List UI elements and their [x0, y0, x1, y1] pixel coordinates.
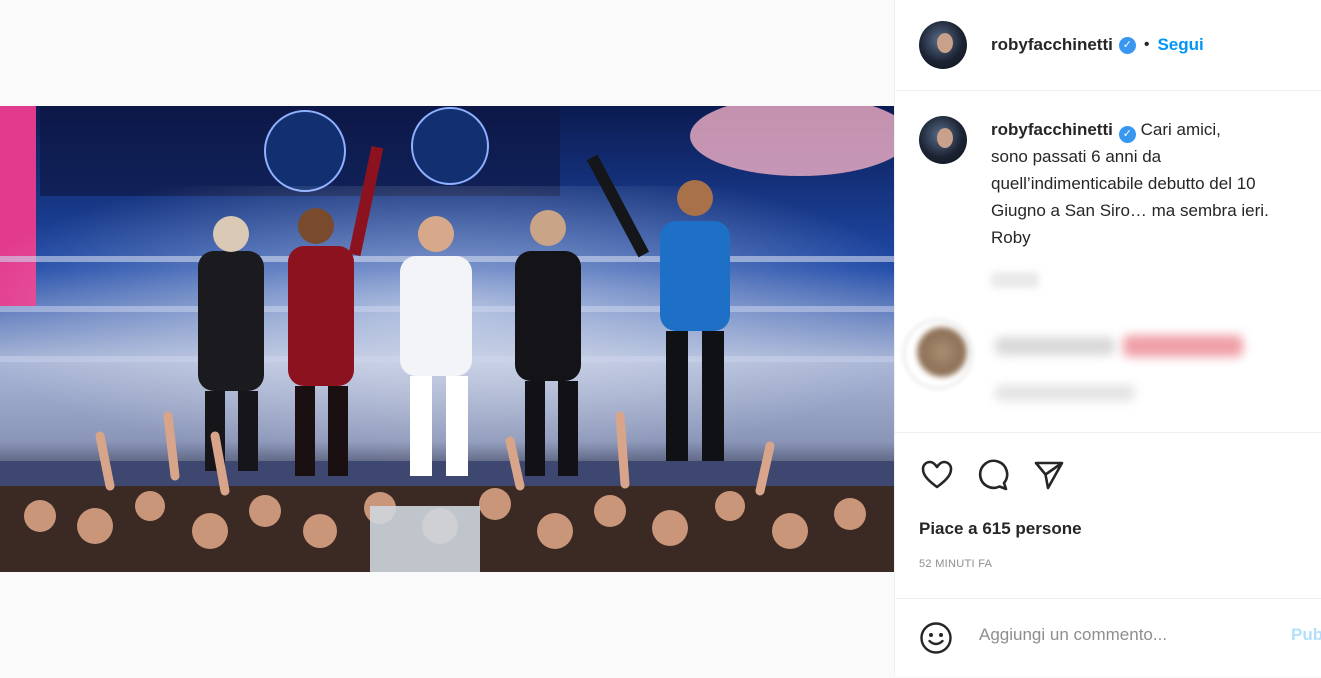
caption-line: quell’indimenticabile debutto del 10	[991, 174, 1256, 193]
like-button[interactable]	[919, 457, 955, 493]
comments-section: robyfacchinetti ✓ Cari amici, sono passat…	[895, 92, 1321, 432]
emoji-icon	[920, 622, 952, 654]
heart-icon	[921, 460, 953, 489]
post-caption: robyfacchinetti ✓ Cari amici, sono passat…	[919, 116, 1321, 251]
caption-line: Roby	[991, 228, 1031, 247]
post-container: robyfacchinetti ✓ • Segui robyfacchinett…	[0, 0, 1321, 676]
action-icons	[919, 457, 1067, 493]
caption-line: Giugno a San Siro… ma sembra ieri.	[991, 201, 1269, 220]
add-comment-bar: Pubblica	[895, 598, 1321, 676]
comment-input[interactable]	[979, 625, 1279, 645]
paper-plane-icon	[1034, 461, 1064, 490]
author-username[interactable]: robyfacchinetti	[991, 35, 1113, 55]
comment-button[interactable]	[975, 457, 1011, 493]
blurred-comment-text	[1123, 335, 1243, 357]
caption-text: robyfacchinetti ✓ Cari amici, sono passat…	[991, 116, 1321, 251]
verified-badge-icon: ✓	[1118, 126, 1136, 143]
caption-line: Cari amici,	[1140, 120, 1221, 139]
post-sidebar: robyfacchinetti ✓ • Segui robyfacchinett…	[894, 0, 1321, 676]
blurred-avatar	[917, 327, 967, 377]
blurred-comment-meta	[995, 385, 1135, 401]
verified-badge-icon: ✓	[1118, 36, 1136, 54]
blurred-username	[995, 337, 1115, 355]
concert-stage-image	[0, 106, 894, 572]
separator-dot: •	[1143, 36, 1150, 53]
post-timestamp[interactable]: 52 MINUTI FA	[919, 558, 992, 570]
emoji-button[interactable]	[919, 621, 953, 660]
post-header: robyfacchinetti ✓ • Segui	[895, 0, 1321, 91]
blurred-caption-time	[991, 272, 1039, 288]
follow-button[interactable]: Segui	[1157, 35, 1203, 55]
caption-line: sono passati 6 anni da	[991, 147, 1162, 166]
likes-count[interactable]: Piace a 615 persone	[919, 519, 1082, 539]
comment-icon	[978, 459, 1009, 491]
caption-avatar[interactable]	[919, 116, 967, 164]
media-pane	[0, 0, 894, 676]
caption-username[interactable]: robyfacchinetti	[991, 120, 1113, 139]
post-actions: Piace a 615 persone 52 MINUTI FA	[895, 432, 1321, 598]
share-button[interactable]	[1031, 457, 1067, 493]
post-photo[interactable]	[0, 106, 894, 572]
publish-button[interactable]: Pubblica	[1291, 625, 1321, 645]
author-avatar[interactable]	[919, 21, 967, 69]
